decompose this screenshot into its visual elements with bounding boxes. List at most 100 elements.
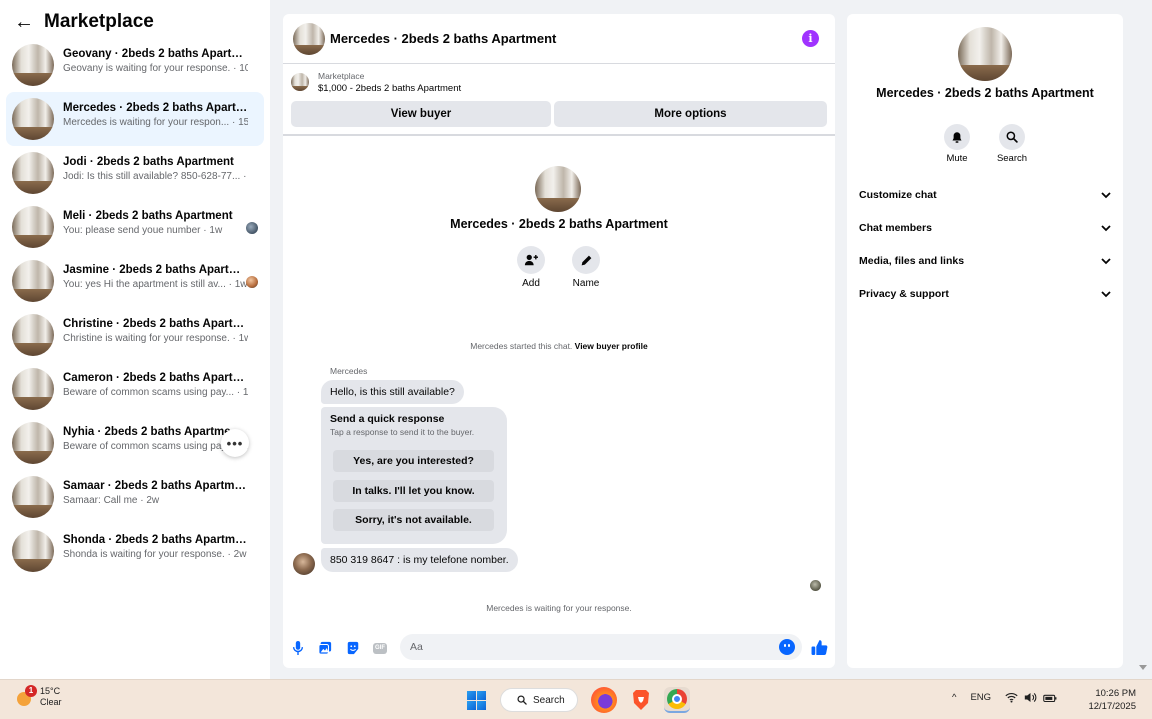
customize-chat-section[interactable]: Customize chat [859,186,1111,204]
chrome-icon[interactable] [664,687,690,713]
sidebar-title: Marketplace [44,11,154,32]
conversation-sidebar: ← Marketplace Geovany · 2beds 2 baths Ap… [0,0,270,679]
conversation-item[interactable]: Geovany · 2beds 2 baths Apartment Geovany… [6,38,264,92]
windows-start-icon[interactable] [467,691,486,710]
pencil-icon [572,246,600,274]
view-buyer-button[interactable]: View buyer [291,101,551,127]
quick-response-in-talks-button[interactable]: In talks. I'll let you know. [333,480,494,502]
listing-avatar [12,476,54,518]
message-input[interactable] [400,634,802,660]
microphone-icon[interactable] [291,641,305,655]
mute-button[interactable]: Mute [932,124,982,164]
privacy-support-section[interactable]: Privacy & support [859,285,1111,303]
conversation-item[interactable]: Jodi · 2beds 2 baths Apartment Jodi: Is t… [6,146,264,200]
chevron-down-icon [1101,191,1111,198]
weather-sun-icon: 1 [15,685,37,707]
listing-avatar [12,530,54,572]
search-label: Search [996,153,1028,164]
chat-profile-avatar [535,166,581,212]
add-people-button[interactable]: Add [506,246,556,289]
scroll-down-arrow-icon[interactable] [1139,665,1147,670]
quick-response-title: Send a quick response [330,413,445,425]
chevron-down-icon [1101,257,1111,264]
chat-panel: Mercedes · 2beds 2 baths Apartment i Mar… [283,14,835,668]
seen-avatar-icon [246,276,258,288]
chat-members-section[interactable]: Chat members [859,219,1111,237]
conversation-title: Geovany · 2beds 2 baths Apartment [63,48,248,60]
taskbar-search-label: Search [533,694,565,706]
listing-avatar [12,314,54,356]
input-language[interactable]: ENG [970,692,991,703]
seen-avatar-icon [246,222,258,234]
chat-header: Mercedes · 2beds 2 baths Apartment i [283,14,835,64]
weather-widget[interactable]: 1 15°C Clear [15,685,62,708]
page-scrollbar[interactable] [1135,0,1152,679]
quick-response-subtitle: Tap a response to send it to the buyer. [330,427,475,437]
search-in-chat-button[interactable]: Search [987,124,1037,164]
message-bubble: 850 319 8647 : is my telefone nomber. [321,548,518,572]
section-label: Customize chat [859,189,937,201]
message-composer: GIF [283,631,835,663]
info-icon[interactable]: i [802,30,819,47]
brave-browser-icon[interactable] [628,687,654,713]
name-label: Name [572,278,600,289]
section-label: Media, files and links [859,255,965,267]
conversation-item[interactable]: Samaar · 2beds 2 baths Apartment Samaar: … [6,470,264,524]
conversation-title: Nyhia · 2beds 2 baths Apartme [63,426,231,438]
taskbar-clock[interactable]: 10:26 PM 12/17/2025 [1080,687,1136,713]
conversation-preview: Shonda is waiting for your response. · 2… [63,549,247,560]
quick-response-not-available-button[interactable]: Sorry, it's not available. [333,509,494,531]
conversation-title: Cameron · 2beds 2 baths Apartment [63,372,248,384]
info-avatar [958,27,1012,81]
view-buyer-profile-link[interactable]: View buyer profile [575,341,648,351]
wifi-icon[interactable] [1005,692,1018,703]
conversation-item[interactable]: Shonda · 2beds 2 baths Apartment Shonda i… [6,524,264,578]
name-chat-button[interactable]: Name [561,246,611,289]
listing-avatar [12,98,54,140]
conversation-item[interactable]: Christine · 2beds 2 baths Apartment Chris… [6,308,264,362]
chat-title[interactable]: Mercedes · 2beds 2 baths Apartment [330,31,556,46]
conversation-item[interactable]: Cameron · 2beds 2 baths Apartment Beware … [6,362,264,416]
more-options-button[interactable]: More options [554,101,827,127]
conversation-item[interactable]: Meli · 2beds 2 baths Apartment You: pleas… [6,200,264,254]
conversation-preview: Samaar: Call me · 2w [63,495,160,506]
conversation-list: Geovany · 2beds 2 baths Apartment Geovany… [0,38,270,578]
conversation-title: Jasmine · 2beds 2 baths Apartm... [63,264,248,276]
photo-icon[interactable] [318,641,332,655]
thumbs-up-icon[interactable] [810,638,828,656]
conversation-title: Meli · 2beds 2 baths Apartment [63,210,233,222]
firefox-icon[interactable] [591,687,617,713]
gif-icon[interactable]: GIF [373,641,387,655]
battery-icon[interactable] [1043,693,1057,703]
conversation-item-active[interactable]: Mercedes · 2beds 2 baths Apartm... Merced… [6,92,264,146]
conversation-title: Jodi · 2beds 2 baths Apartment [63,156,234,168]
tray-overflow-chevron-icon[interactable]: ^ [952,692,956,703]
volume-icon[interactable] [1024,692,1037,703]
conversation-preview: You: yes Hi the apartment is still av...… [63,279,248,290]
sticker-icon[interactable] [346,641,360,655]
conversation-item[interactable]: Nyhia · 2beds 2 baths Apartme Beware of c… [6,416,264,470]
sender-avatar [293,553,315,575]
listing-avatar [12,368,54,410]
sidebar-header: ← Marketplace [14,10,154,34]
media-files-links-section[interactable]: Media, files and links [859,252,1111,270]
chat-profile-title: Mercedes · 2beds 2 baths Apartment [450,217,668,231]
listing-price: $1,000 - 2beds 2 baths Apartment [318,83,462,94]
more-options-icon[interactable]: ••• [221,429,249,457]
taskbar-search-button[interactable]: Search [500,688,578,712]
waiting-notice: Mercedes is waiting for your response. [486,603,632,613]
quick-response-yes-button[interactable]: Yes, are you interested? [333,450,494,472]
conversation-title: Samaar · 2beds 2 baths Apartment [63,480,248,492]
seen-avatar-icon [810,580,821,591]
conversation-item[interactable]: Jasmine · 2beds 2 baths Apartm... You: ye… [6,254,264,308]
chat-started-text: Mercedes started this chat. [470,341,573,351]
conversation-preview: Geovany is waiting for your response. · … [63,63,248,74]
chevron-down-icon [1101,224,1111,231]
gif-label: GIF [373,642,387,654]
back-arrow-icon[interactable]: ← [14,10,34,34]
emoji-icon[interactable] [779,639,795,655]
message-bubble: Hello, is this still available? [321,380,464,404]
chat-avatar[interactable] [293,23,325,55]
chat-started-notice: Mercedes started this chat. View buyer p… [283,341,835,351]
conversation-title: Shonda · 2beds 2 baths Apartment [63,534,248,546]
